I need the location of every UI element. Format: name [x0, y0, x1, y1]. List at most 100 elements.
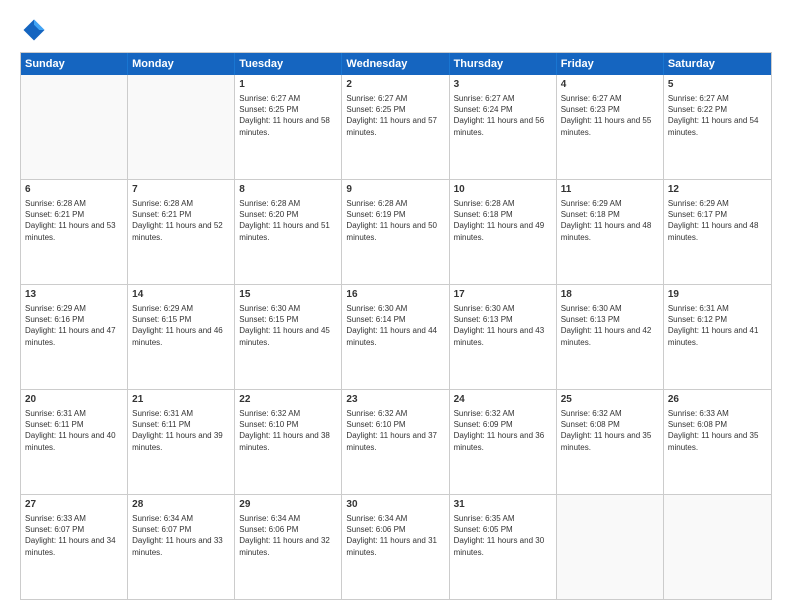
calendar-cell: [557, 495, 664, 599]
calendar-cell: 12 Sunrise: 6:29 AM Sunset: 6:17 PM Dayli…: [664, 180, 771, 284]
cal-header-day: Thursday: [450, 53, 557, 75]
day-number: 20: [25, 393, 123, 407]
calendar-cell: [21, 75, 128, 179]
cell-info: Sunrise: 6:28 AM Sunset: 6:19 PM Dayligh…: [346, 199, 437, 242]
page: SundayMondayTuesdayWednesdayThursdayFrid…: [0, 0, 792, 612]
day-number: 14: [132, 288, 230, 302]
calendar: SundayMondayTuesdayWednesdayThursdayFrid…: [20, 52, 772, 600]
calendar-cell: 25 Sunrise: 6:32 AM Sunset: 6:08 PM Dayli…: [557, 390, 664, 494]
cell-info: Sunrise: 6:29 AM Sunset: 6:18 PM Dayligh…: [561, 199, 652, 242]
cell-info: Sunrise: 6:30 AM Sunset: 6:13 PM Dayligh…: [454, 304, 545, 347]
calendar-cell: 14 Sunrise: 6:29 AM Sunset: 6:15 PM Dayli…: [128, 285, 235, 389]
calendar-cell: 7Sunrise: 6:28 AM Sunset: 6:21 PM Daylig…: [128, 180, 235, 284]
calendar-body: 1 Sunrise: 6:27 AM Sunset: 6:25 PM Daylig…: [21, 75, 771, 599]
cell-info: Sunrise: 6:32 AM Sunset: 6:10 PM Dayligh…: [346, 409, 437, 452]
calendar-cell: 19Sunrise: 6:31 AM Sunset: 6:12 PM Dayli…: [664, 285, 771, 389]
day-number: 13: [25, 288, 123, 302]
cell-info: Sunrise: 6:27 AM Sunset: 6:25 PM Dayligh…: [346, 94, 437, 137]
cell-info: Sunrise: 6:34 AM Sunset: 6:06 PM Dayligh…: [346, 514, 437, 557]
calendar-cell: 27 Sunrise: 6:33 AM Sunset: 6:07 PM Dayli…: [21, 495, 128, 599]
day-number: 26: [668, 393, 767, 407]
calendar-cell: 24 Sunrise: 6:32 AM Sunset: 6:09 PM Dayli…: [450, 390, 557, 494]
day-number: 11: [561, 183, 659, 197]
day-number: 29: [239, 498, 337, 512]
calendar-cell: 30 Sunrise: 6:34 AM Sunset: 6:06 PM Dayli…: [342, 495, 449, 599]
day-number: 4: [561, 78, 659, 92]
calendar-row: 6 Sunrise: 6:28 AM Sunset: 6:21 PM Daylig…: [21, 179, 771, 284]
cell-info: Sunrise: 6:31 AM Sunset: 6:11 PM Dayligh…: [132, 409, 223, 452]
day-number: 15: [239, 288, 337, 302]
cell-info: Sunrise: 6:32 AM Sunset: 6:10 PM Dayligh…: [239, 409, 330, 452]
day-number: 25: [561, 393, 659, 407]
calendar-cell: 26 Sunrise: 6:33 AM Sunset: 6:08 PM Dayli…: [664, 390, 771, 494]
cal-header-day: Sunday: [21, 53, 128, 75]
day-number: 22: [239, 393, 337, 407]
day-number: 21: [132, 393, 230, 407]
calendar-cell: 22 Sunrise: 6:32 AM Sunset: 6:10 PM Dayli…: [235, 390, 342, 494]
cal-header-day: Tuesday: [235, 53, 342, 75]
cell-info: Sunrise: 6:31 AM Sunset: 6:11 PM Dayligh…: [25, 409, 116, 452]
calendar-cell: [128, 75, 235, 179]
calendar-cell: 6 Sunrise: 6:28 AM Sunset: 6:21 PM Daylig…: [21, 180, 128, 284]
day-number: 2: [346, 78, 444, 92]
day-number: 1: [239, 78, 337, 92]
cell-info: Sunrise: 6:29 AM Sunset: 6:16 PM Dayligh…: [25, 304, 116, 347]
calendar-cell: 4 Sunrise: 6:27 AM Sunset: 6:23 PM Daylig…: [557, 75, 664, 179]
cell-info: Sunrise: 6:32 AM Sunset: 6:09 PM Dayligh…: [454, 409, 545, 452]
cell-info: Sunrise: 6:27 AM Sunset: 6:25 PM Dayligh…: [239, 94, 330, 137]
cal-header-day: Monday: [128, 53, 235, 75]
logo: [20, 16, 52, 44]
day-number: 28: [132, 498, 230, 512]
calendar-cell: 21 Sunrise: 6:31 AM Sunset: 6:11 PM Dayli…: [128, 390, 235, 494]
header: [20, 16, 772, 44]
cell-info: Sunrise: 6:34 AM Sunset: 6:06 PM Dayligh…: [239, 514, 330, 557]
calendar-cell: 5 Sunrise: 6:27 AM Sunset: 6:22 PM Daylig…: [664, 75, 771, 179]
cell-info: Sunrise: 6:28 AM Sunset: 6:21 PM Dayligh…: [132, 199, 223, 242]
calendar-row: 13 Sunrise: 6:29 AM Sunset: 6:16 PM Dayli…: [21, 284, 771, 389]
calendar-cell: 10 Sunrise: 6:28 AM Sunset: 6:18 PM Dayli…: [450, 180, 557, 284]
cell-info: Sunrise: 6:27 AM Sunset: 6:23 PM Dayligh…: [561, 94, 652, 137]
cell-info: Sunrise: 6:28 AM Sunset: 6:21 PM Dayligh…: [25, 199, 116, 242]
calendar-cell: 18Sunrise: 6:30 AM Sunset: 6:13 PM Dayli…: [557, 285, 664, 389]
cell-info: Sunrise: 6:30 AM Sunset: 6:14 PM Dayligh…: [346, 304, 437, 347]
day-number: 17: [454, 288, 552, 302]
day-number: 24: [454, 393, 552, 407]
calendar-cell: 13 Sunrise: 6:29 AM Sunset: 6:16 PM Dayli…: [21, 285, 128, 389]
day-number: 8: [239, 183, 337, 197]
day-number: 23: [346, 393, 444, 407]
day-number: 6: [25, 183, 123, 197]
calendar-cell: 1 Sunrise: 6:27 AM Sunset: 6:25 PM Daylig…: [235, 75, 342, 179]
cell-info: Sunrise: 6:30 AM Sunset: 6:13 PM Dayligh…: [561, 304, 652, 347]
calendar-row: 27 Sunrise: 6:33 AM Sunset: 6:07 PM Dayli…: [21, 494, 771, 599]
day-number: 3: [454, 78, 552, 92]
cell-info: Sunrise: 6:32 AM Sunset: 6:08 PM Dayligh…: [561, 409, 652, 452]
cell-info: Sunrise: 6:29 AM Sunset: 6:17 PM Dayligh…: [668, 199, 759, 242]
day-number: 30: [346, 498, 444, 512]
day-number: 12: [668, 183, 767, 197]
day-number: 5: [668, 78, 767, 92]
cell-info: Sunrise: 6:33 AM Sunset: 6:08 PM Dayligh…: [668, 409, 759, 452]
calendar-cell: 23 Sunrise: 6:32 AM Sunset: 6:10 PM Dayli…: [342, 390, 449, 494]
calendar-cell: 28 Sunrise: 6:34 AM Sunset: 6:07 PM Dayli…: [128, 495, 235, 599]
cell-info: Sunrise: 6:27 AM Sunset: 6:22 PM Dayligh…: [668, 94, 759, 137]
calendar-row: 1 Sunrise: 6:27 AM Sunset: 6:25 PM Daylig…: [21, 75, 771, 179]
cell-info: Sunrise: 6:28 AM Sunset: 6:18 PM Dayligh…: [454, 199, 545, 242]
cell-info: Sunrise: 6:34 AM Sunset: 6:07 PM Dayligh…: [132, 514, 223, 557]
day-number: 19: [668, 288, 767, 302]
cell-info: Sunrise: 6:29 AM Sunset: 6:15 PM Dayligh…: [132, 304, 223, 347]
cell-info: Sunrise: 6:35 AM Sunset: 6:05 PM Dayligh…: [454, 514, 545, 557]
calendar-cell: 15 Sunrise: 6:30 AM Sunset: 6:15 PM Dayli…: [235, 285, 342, 389]
cell-info: Sunrise: 6:27 AM Sunset: 6:24 PM Dayligh…: [454, 94, 545, 137]
calendar-cell: 9Sunrise: 6:28 AM Sunset: 6:19 PM Daylig…: [342, 180, 449, 284]
calendar-row: 20 Sunrise: 6:31 AM Sunset: 6:11 PM Dayli…: [21, 389, 771, 494]
cal-header-day: Friday: [557, 53, 664, 75]
calendar-cell: 31Sunrise: 6:35 AM Sunset: 6:05 PM Dayli…: [450, 495, 557, 599]
calendar-cell: 8Sunrise: 6:28 AM Sunset: 6:20 PM Daylig…: [235, 180, 342, 284]
day-number: 27: [25, 498, 123, 512]
cell-info: Sunrise: 6:33 AM Sunset: 6:07 PM Dayligh…: [25, 514, 116, 557]
calendar-header: SundayMondayTuesdayWednesdayThursdayFrid…: [21, 53, 771, 75]
cell-info: Sunrise: 6:30 AM Sunset: 6:15 PM Dayligh…: [239, 304, 330, 347]
calendar-cell: 2 Sunrise: 6:27 AM Sunset: 6:25 PM Daylig…: [342, 75, 449, 179]
cal-header-day: Saturday: [664, 53, 771, 75]
day-number: 10: [454, 183, 552, 197]
